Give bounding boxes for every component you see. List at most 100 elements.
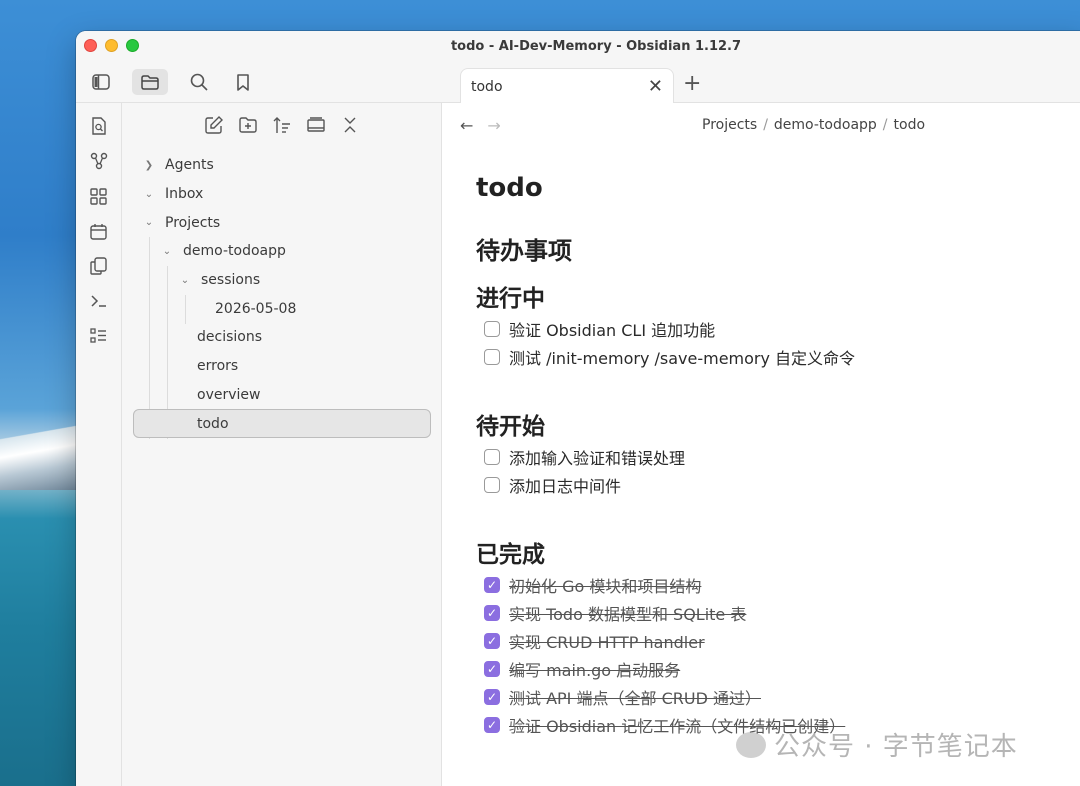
tree-item-label: sessions — [201, 272, 261, 289]
tree-file-todo[interactable]: todo — [133, 409, 431, 438]
calendar-icon[interactable] — [87, 219, 111, 243]
new-folder-icon[interactable] — [236, 113, 260, 137]
tree-file-overview[interactable]: overview — [122, 381, 441, 410]
task-item: ✓ 初始化 Go 模块和项目结构 — [476, 571, 1066, 599]
heading-in-progress: 进行中 — [476, 286, 545, 312]
search-icon[interactable] — [186, 69, 212, 95]
task-checkbox-checked[interactable]: ✓ — [484, 717, 500, 733]
bookmark-icon[interactable] — [230, 69, 256, 95]
watermark-text: 公众号 · 字节笔记本 — [774, 732, 1018, 762]
tree-file-decisions[interactable]: decisions — [122, 323, 441, 352]
chevron-down-icon: ⌄ — [144, 188, 154, 200]
task-checkbox-checked[interactable]: ✓ — [484, 605, 500, 621]
wechat-logo-icon — [736, 731, 766, 758]
breadcrumb-item[interactable]: todo — [894, 117, 926, 133]
task-item: ✓ 实现 Todo 数据模型和 SQLite 表 — [476, 599, 1066, 627]
minimize-window-button[interactable] — [105, 39, 118, 52]
breadcrumb-separator: / — [763, 117, 768, 133]
breadcrumb-item[interactable]: demo-todoapp — [774, 117, 877, 133]
heading-done: 已完成 — [476, 542, 545, 568]
chevron-right-icon: ❯ — [144, 159, 154, 171]
file-tree: ❯ Agents ⌄ Inbox ⌄ Projects ⌄ demo-todoa… — [122, 151, 441, 439]
left-pane-header — [76, 61, 442, 103]
task-checkbox[interactable] — [484, 449, 500, 465]
tree-folder-demo-todoapp[interactable]: ⌄ demo-todoapp — [122, 237, 441, 266]
task-checkbox-checked[interactable]: ✓ — [484, 661, 500, 677]
new-note-icon[interactable] — [202, 113, 226, 137]
list-icon[interactable] — [87, 324, 111, 348]
tree-file-errors[interactable]: errors — [122, 352, 441, 381]
task-label: 初始化 Go 模块和项目结构 — [509, 577, 702, 596]
titlebar: todo - AI-Dev-Memory - Obsidian 1.12.7 — [76, 31, 1080, 61]
note-content: todo 待办事项 进行中 验证 Obsidian CLI 追加功能 测试 /i… — [476, 173, 1066, 739]
window-title: todo - AI-Dev-Memory - Obsidian 1.12.7 — [450, 38, 742, 54]
new-tab-button[interactable]: + — [683, 71, 701, 96]
sort-icon[interactable] — [270, 113, 294, 137]
breadcrumb-separator: / — [882, 117, 888, 133]
collapse-all-icon[interactable] — [338, 113, 362, 137]
nav-arrows: ← → — [460, 116, 501, 135]
task-checkbox[interactable] — [484, 349, 500, 365]
tree-item-label: Projects — [165, 214, 221, 231]
task-item: 验证 Obsidian CLI 追加功能 — [476, 315, 1066, 343]
task-item: ✓ 编写 main.go 启动服务 — [476, 655, 1066, 683]
editor-pane: ← → Projects / demo-todoapp / todo todo … — [442, 103, 1080, 786]
chevron-down-icon: ⌄ — [180, 274, 190, 286]
close-tab-icon[interactable]: ✕ — [648, 77, 663, 96]
auto-reveal-icon[interactable] — [304, 113, 328, 137]
tab-bar: todo ✕ + — [76, 61, 1080, 104]
tree-item-label: errors — [197, 358, 239, 375]
note-title[interactable]: todo — [476, 173, 1066, 213]
tree-item-label: todo — [197, 415, 229, 432]
tree-folder-agents[interactable]: ❯ Agents — [122, 151, 441, 180]
close-window-button[interactable] — [84, 39, 97, 52]
watermark: 公众号 · 字节笔记本 — [736, 726, 1018, 763]
copy-files-icon[interactable] — [87, 254, 111, 278]
traffic-lights — [84, 39, 139, 52]
task-label: 验证 Obsidian CLI 追加功能 — [509, 321, 716, 340]
tree-item-label: overview — [197, 386, 261, 403]
chevron-down-icon: ⌄ — [144, 217, 154, 229]
folder-icon[interactable] — [132, 69, 168, 95]
file-explorer-toolbar — [122, 113, 441, 137]
graph-view-icon[interactable] — [87, 149, 111, 173]
task-label: 测试 /init-memory /save-memory 自定义命令 — [509, 349, 856, 368]
tree-folder-inbox[interactable]: ⌄ Inbox — [122, 180, 441, 209]
task-label: 测试 API 端点（全部 CRUD 通过） — [509, 689, 761, 708]
editor-nav-row: ← → Projects / demo-todoapp / todo — [442, 115, 1080, 135]
canvas-icon[interactable] — [87, 184, 111, 208]
task-label: 编写 main.go 启动服务 — [509, 661, 681, 680]
tab-todo[interactable]: todo ✕ — [460, 68, 674, 104]
task-checkbox-checked[interactable]: ✓ — [484, 689, 500, 705]
tree-item-label: 2026-05-08 — [215, 300, 297, 317]
quick-switcher-icon[interactable] — [87, 114, 111, 138]
left-ribbon — [76, 103, 122, 786]
task-item: 测试 /init-memory /save-memory 自定义命令 — [476, 343, 1066, 371]
file-explorer: ❯ Agents ⌄ Inbox ⌄ Projects ⌄ demo-todoa… — [122, 103, 442, 786]
breadcrumb: Projects / demo-todoapp / todo — [702, 117, 925, 133]
tree-folder-projects[interactable]: ⌄ Projects — [122, 208, 441, 237]
task-item: 添加日志中间件 — [476, 471, 1066, 499]
task-checkbox[interactable] — [484, 477, 500, 493]
tree-item-label: Inbox — [165, 186, 204, 203]
task-label: 添加输入验证和错误处理 — [509, 449, 686, 468]
task-checkbox-checked[interactable]: ✓ — [484, 577, 500, 593]
zoom-window-button[interactable] — [126, 39, 139, 52]
breadcrumb-item[interactable]: Projects — [702, 117, 757, 133]
forward-arrow-icon[interactable]: → — [487, 116, 500, 135]
task-item: 添加输入验证和错误处理 — [476, 443, 1066, 471]
task-label: 实现 Todo 数据模型和 SQLite 表 — [509, 605, 747, 624]
back-arrow-icon[interactable]: ← — [460, 116, 473, 135]
tree-item-label: decisions — [197, 329, 263, 346]
task-checkbox-checked[interactable]: ✓ — [484, 633, 500, 649]
chevron-down-icon: ⌄ — [162, 245, 172, 257]
task-checkbox[interactable] — [484, 321, 500, 337]
terminal-icon[interactable] — [87, 289, 111, 313]
obsidian-window: todo - AI-Dev-Memory - Obsidian 1.12.7 t… — [76, 31, 1080, 786]
tree-item-label: demo-todoapp — [183, 243, 286, 260]
tree-file-2026-05-08[interactable]: 2026-05-08 — [122, 294, 441, 323]
tree-folder-sessions[interactable]: ⌄ sessions — [122, 266, 441, 295]
heading-pending: 待开始 — [476, 414, 545, 440]
task-item: ✓ 实现 CRUD HTTP handler — [476, 627, 1066, 655]
sidebar-toggle-icon[interactable] — [88, 69, 114, 95]
